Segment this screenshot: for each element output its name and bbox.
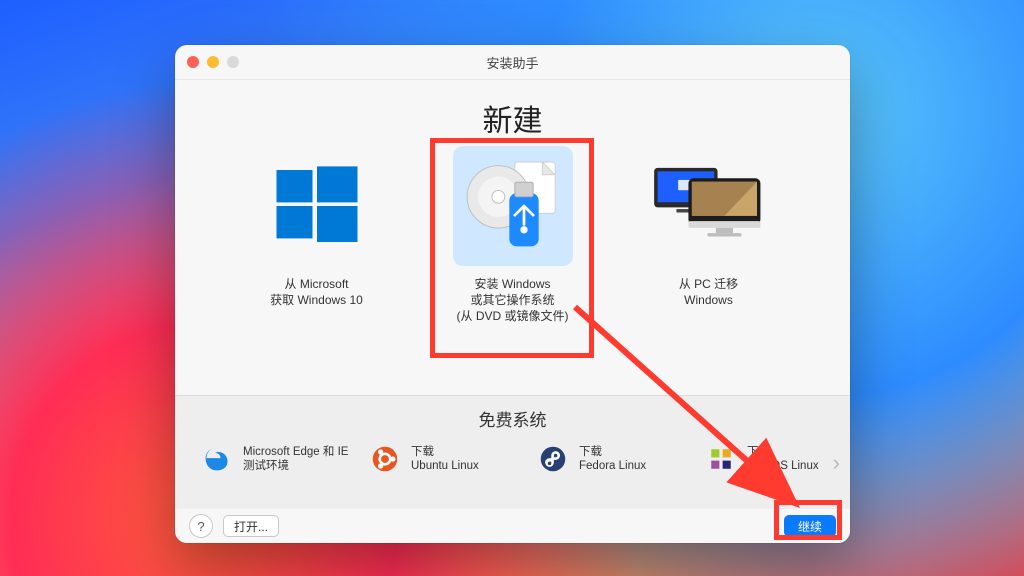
free-systems-section: 免费系统 Microsoft Edge 和 IE 测试环境 下载 Ubuntu … [175, 395, 850, 512]
free-item-label: 下载 Fedora Linux [579, 445, 646, 474]
zoom-icon[interactable] [227, 56, 239, 68]
edge-icon [203, 445, 231, 473]
open-button[interactable]: 打开... [223, 515, 279, 537]
dvd-usb-image-icon [453, 146, 573, 266]
ubuntu-icon [371, 445, 399, 473]
free-item-label: 下载 CentOS Linux [747, 445, 819, 474]
minimize-icon[interactable] [207, 56, 219, 68]
fedora-icon [539, 445, 567, 473]
window-footer: ? 打开... 继续 [175, 509, 850, 543]
install-assistant-window: 安装助手 新建 从 Microsoft 获取 Windows 10 [175, 45, 850, 543]
free-item-edge-ie[interactable]: Microsoft Edge 和 IE 测试环境 [203, 445, 353, 474]
option-label: 安装 Windows 或其它操作系统 (从 DVD 或镜像文件) [457, 276, 569, 325]
centos-icon [707, 445, 735, 473]
option-label: 从 PC 迁移 Windows [679, 276, 738, 308]
page-heading: 新建 [175, 96, 850, 140]
close-icon[interactable] [187, 56, 199, 68]
continue-button[interactable]: 继续 [784, 515, 836, 537]
window-title: 安装助手 [175, 53, 850, 72]
window-titlebar: 安装助手 [175, 45, 850, 80]
free-item-fedora[interactable]: 下载 Fedora Linux [539, 445, 689, 474]
windows-logo-icon [257, 146, 377, 266]
chevron-right-icon[interactable]: › [833, 450, 840, 476]
free-systems-title: 免费系统 [175, 406, 850, 431]
option-install-from-dvd-image[interactable]: 安装 Windows 或其它操作系统 (从 DVD 或镜像文件) [438, 146, 588, 325]
traffic-lights [187, 56, 239, 68]
free-item-centos[interactable]: 下载 CentOS Linux [707, 445, 850, 474]
free-item-ubuntu[interactable]: 下载 Ubuntu Linux [371, 445, 521, 474]
free-item-label: Microsoft Edge 和 IE 测试环境 [243, 445, 348, 474]
imac-transfer-icon [649, 146, 769, 266]
option-transfer-from-pc[interactable]: 从 PC 迁移 Windows [634, 146, 784, 325]
install-options-row: 从 Microsoft 获取 Windows 10 [175, 146, 850, 325]
free-systems-row: Microsoft Edge 和 IE 测试环境 下载 Ubuntu Linux [175, 445, 850, 474]
help-button[interactable]: ? [189, 514, 213, 538]
option-label: 从 Microsoft 获取 Windows 10 [270, 276, 363, 308]
free-item-label: 下载 Ubuntu Linux [411, 445, 479, 474]
option-get-windows-from-microsoft[interactable]: 从 Microsoft 获取 Windows 10 [242, 146, 392, 325]
